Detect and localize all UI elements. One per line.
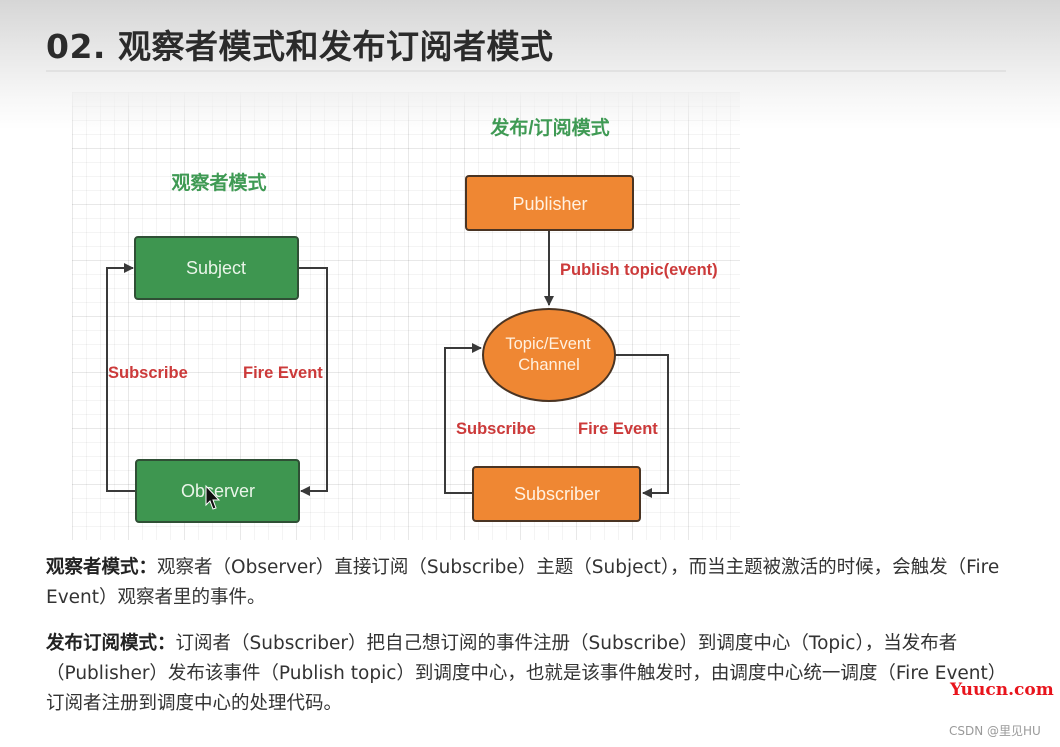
observer-pattern-description: 观察者模式：观察者（Observer）直接订阅（Subscribe）主题（Sub… [46, 553, 1006, 613]
publisher-node: Publisher [465, 175, 634, 231]
pubsub-subscribe-label: Subscribe [456, 420, 536, 438]
subject-label: Subject [186, 258, 246, 278]
subscriber-label: Subscriber [514, 484, 600, 504]
observer-pattern-text: 观察者（Observer）直接订阅（Subscribe）主题（Subject），… [46, 557, 1000, 608]
pubsub-pattern-heading: 发布/订阅模式 [489, 116, 609, 139]
subscriber-node: Subscriber [472, 466, 641, 522]
pubsub-fire-event-label: Fire Event [578, 420, 658, 438]
observer-pattern-heading: 观察者模式 [171, 171, 266, 194]
pubsub-pattern-text: 订阅者（Subscriber）把自己想订阅的事件注册（Subscribe）到调度… [46, 633, 998, 714]
observer-subscribe-label: Subscribe [108, 364, 188, 382]
topic-event-channel-node: Topic/Event Channel [482, 308, 616, 402]
site-watermark: Yuucn.com [950, 680, 1054, 700]
publisher-label: Publisher [512, 194, 587, 214]
csdn-watermark: CSDN @里见HU [949, 724, 1041, 738]
observer-pattern-term: 观察者模式： [46, 557, 158, 578]
pubsub-pattern-description: 发布订阅模式：订阅者（Subscriber）把自己想订阅的事件注册（Subscr… [46, 629, 1006, 719]
observer-node: Observer [135, 459, 300, 523]
observer-fire-event-label: Fire Event [243, 364, 323, 382]
channel-label-line2: Channel [518, 356, 579, 374]
observer-label: Observer [181, 481, 255, 501]
pubsub-pattern-term: 发布订阅模式： [46, 633, 176, 654]
subject-node: Subject [134, 236, 299, 300]
channel-label-line1: Topic/Event [505, 335, 591, 353]
publish-topic-label: Publish topic(event) [560, 261, 718, 279]
